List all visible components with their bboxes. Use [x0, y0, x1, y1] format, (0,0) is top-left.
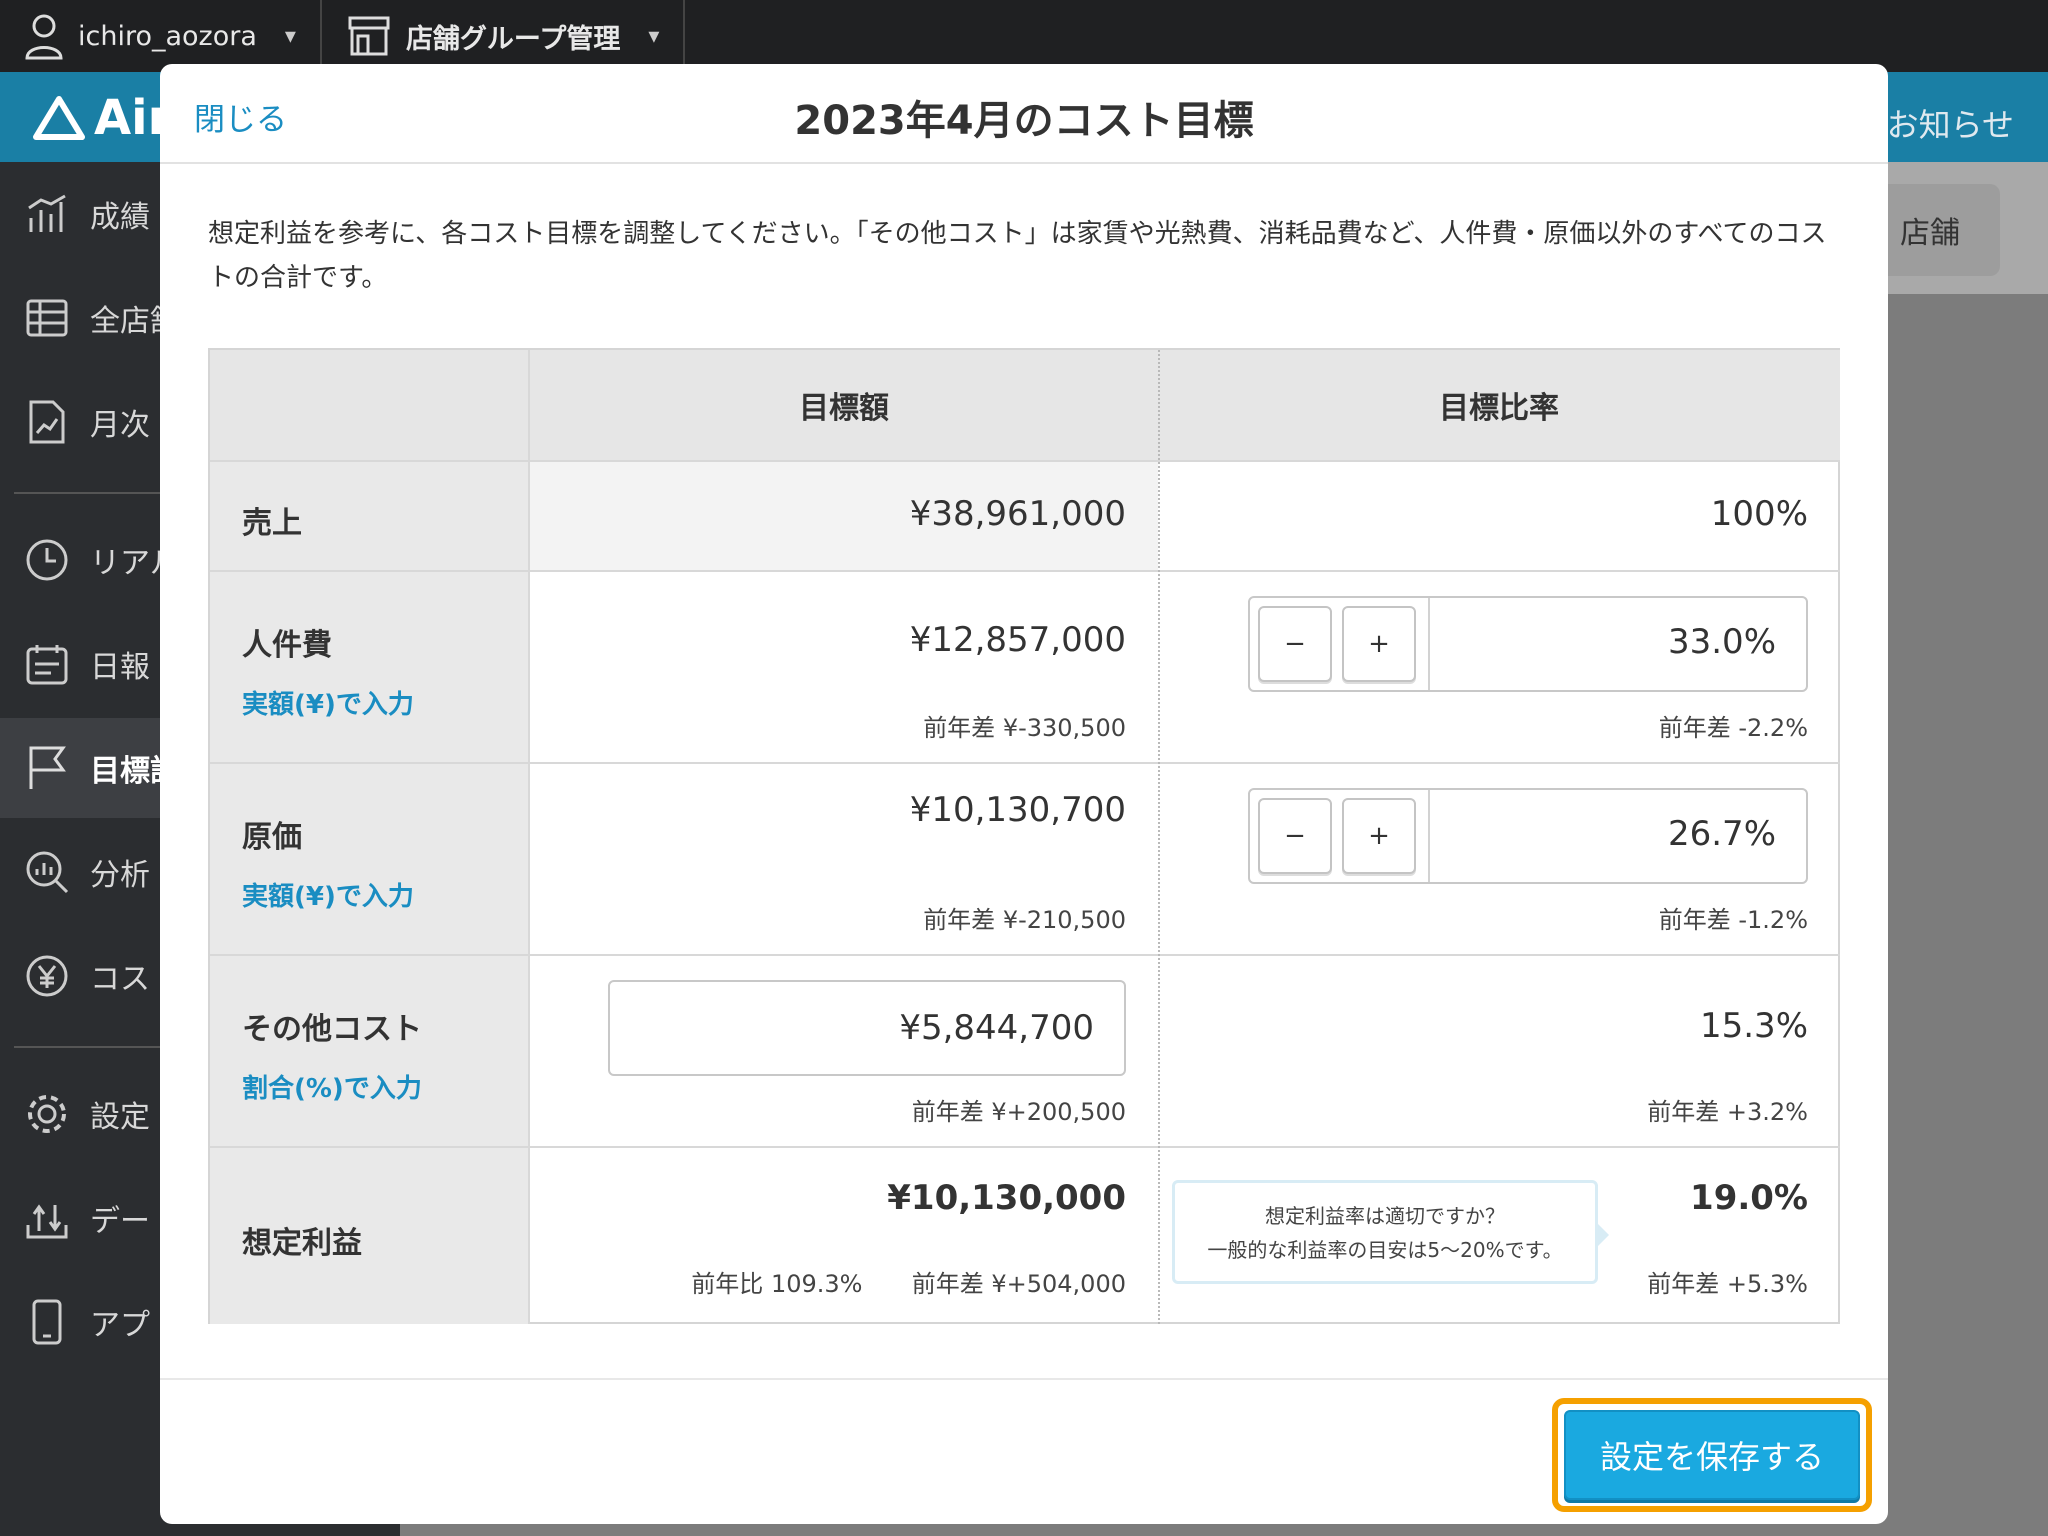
footer-divider — [160, 1378, 1888, 1380]
save-button[interactable]: 設定を保存する — [1564, 1410, 1860, 1500]
labor-amount: ¥12,857,000 — [909, 620, 1126, 660]
profit-yoy: 前年比 109.3% — [691, 1270, 863, 1298]
modal-title: 2023年4月のコスト目標 — [794, 98, 1254, 144]
profit-rate-tooltip: 想定利益率は適切ですか？ 一般的な利益率の目安は5〜20%です。 — [1172, 1180, 1609, 1284]
chevron-down-icon: ▾ — [284, 23, 296, 49]
phone-icon — [24, 1299, 70, 1345]
magnifier-icon — [24, 849, 70, 895]
labor-ratio-value[interactable]: 33.0% — [1668, 622, 1776, 662]
other-input-mode-link[interactable]: 割合(%)で入力 — [242, 1068, 422, 1105]
profit-diff-group: 前年比 109.3% 前年差 ¥+504,000 — [530, 1264, 1126, 1299]
store-group-menu[interactable]: 店舗グループ管理 ▾ — [322, 0, 686, 72]
chart-icon — [24, 191, 70, 237]
labor-amount-diff: 前年差 ¥-330,500 — [923, 714, 1126, 742]
other-amount-diff: 前年差 ¥+200,500 — [911, 1098, 1126, 1126]
sales-amount: ¥38,961,000 — [909, 494, 1126, 534]
gear-icon — [24, 1091, 70, 1137]
chevron-down-icon: ▾ — [648, 23, 660, 49]
profit-amount-diff: 前年差 ¥+504,000 — [911, 1270, 1126, 1298]
cogs-decrement-button[interactable]: − — [1258, 798, 1332, 874]
notice-link[interactable]: お知らせ — [1887, 100, 2014, 146]
brand-logo: Air — [32, 90, 171, 146]
cogs-input-mode-link[interactable]: 実額(¥)で入力 — [242, 876, 414, 913]
cogs-ratio-value[interactable]: 26.7% — [1668, 814, 1776, 854]
cost-goal-modal: 閉じる 2023年4月のコスト目標 想定利益を参考に、各コスト目標を調整してくだ… — [160, 64, 1888, 1524]
labor-ratio-diff: 前年差 -2.2% — [1658, 714, 1808, 742]
clock-icon — [24, 537, 70, 583]
yen-icon — [24, 953, 70, 999]
calendar-icon — [24, 641, 70, 687]
other-ratio-diff: 前年差 +3.2% — [1647, 1098, 1808, 1126]
user-icon — [25, 14, 63, 60]
cogs-ratio-diff: 前年差 -1.2% — [1658, 906, 1808, 934]
cogs-ratio-stepper[interactable]: − + 26.7% — [1248, 788, 1808, 884]
table-icon — [24, 295, 70, 341]
other-amount-input[interactable]: ¥5,844,700 — [608, 980, 1126, 1076]
other-ratio: 15.3% — [1699, 1006, 1808, 1046]
modal-header: 閉じる 2023年4月のコスト目標 — [160, 64, 1888, 164]
cogs-amount: ¥10,130,700 — [909, 790, 1126, 830]
labor-input-mode-link[interactable]: 実額(¥)で入力 — [242, 684, 414, 721]
cost-goal-table: 目標額 目標比率 売上 ¥38,961,000 100% 人件費 実額(¥)で入… — [208, 348, 1840, 1324]
air-logo-icon — [33, 96, 85, 140]
row-label-other-group: その他コスト 割合(%)で入力 — [242, 1004, 422, 1105]
doc-chart-icon — [24, 399, 70, 445]
profit-amount: ¥10,130,000 — [887, 1178, 1126, 1218]
labor-ratio-stepper[interactable]: − + 33.0% — [1248, 596, 1808, 692]
username: ichiro_aozora — [78, 20, 257, 52]
user-menu[interactable]: ichiro_aozora ▾ — [0, 0, 322, 72]
cogs-amount-diff: 前年差 ¥-210,500 — [923, 906, 1126, 934]
labor-increment-button[interactable]: + — [1342, 606, 1416, 682]
labor-decrement-button[interactable]: − — [1258, 606, 1332, 682]
sales-ratio: 100% — [1710, 494, 1808, 534]
row-label-cogs: 原価 — [242, 820, 302, 855]
store-group-label: 店舗グループ管理 — [405, 23, 621, 55]
tooltip-line-2: 一般的な利益率の目安は5〜20%です。 — [1207, 1238, 1563, 1262]
column-header-ratio: 目標比率 — [1439, 391, 1559, 426]
row-label-other: その他コスト — [242, 1012, 422, 1047]
save-button-highlight: 設定を保存する — [1552, 1398, 1872, 1512]
row-label-sales: 売上 — [242, 506, 302, 541]
top-bar: ichiro_aozora ▾ 店舗グループ管理 ▾ — [0, 0, 2048, 72]
row-label-labor-group: 人件費 実額(¥)で入力 — [242, 620, 414, 721]
row-label-labor: 人件費 — [242, 628, 332, 663]
modal-description: 想定利益を参考に、各コスト目標を調整してください。「その他コスト」は家賃や光熱費… — [208, 219, 1827, 293]
column-header-amount: 目標額 — [799, 391, 889, 426]
row-label-profit: 想定利益 — [242, 1226, 362, 1261]
row-label-cogs-group: 原価 実額(¥)で入力 — [242, 812, 414, 913]
flag-icon — [24, 745, 70, 791]
store-icon — [348, 16, 390, 56]
upload-icon — [24, 1195, 70, 1241]
cogs-increment-button[interactable]: + — [1342, 798, 1416, 874]
tooltip-line-1: 想定利益率は適切ですか？ — [1265, 1204, 1505, 1228]
